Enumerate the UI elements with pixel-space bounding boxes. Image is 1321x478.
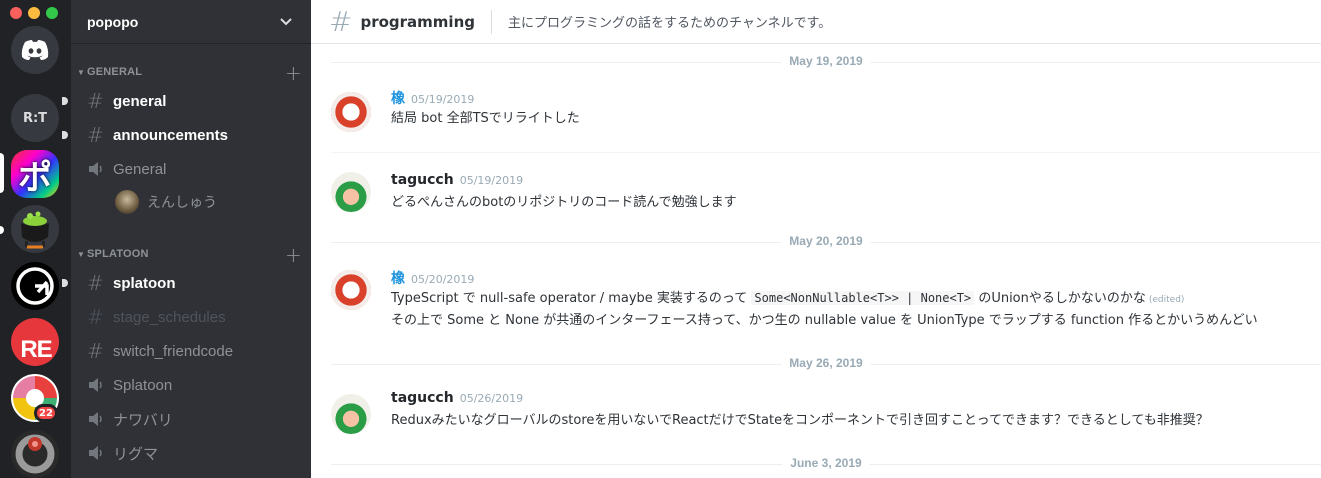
message-text: どるぺんさんのbotのリポジトリのコード読んで勉強します — [391, 195, 737, 210]
cauldron-icon — [21, 211, 49, 249]
category-splatoon[interactable]: ▼ SPLATOON + — [77, 243, 302, 267]
caret-down-icon: ▼ — [77, 249, 86, 259]
avatar[interactable] — [331, 394, 371, 434]
channel-switch-friendcode-label: switch_friendcode — [113, 342, 234, 360]
message-text: TypeScript で null-safe operator / maybe … — [391, 288, 1321, 310]
hash-icon: # — [87, 89, 104, 113]
caret-down-icon: ▼ — [77, 67, 86, 77]
server-re-label: RE — [20, 336, 52, 363]
voice-channel-rigma[interactable]: リグマ — [79, 438, 303, 468]
speaker-icon — [87, 411, 109, 427]
inline-code: Some<NonNullable<T>> | None<T> — [751, 291, 975, 305]
message-timestamp: 05/20/2019 — [411, 273, 475, 286]
maximize-window-button[interactable] — [46, 7, 58, 19]
voice-channel-general-label: General — [113, 160, 167, 178]
date-divider: May 20, 2019 — [331, 234, 1321, 248]
date-divider-label: June 3, 2019 — [782, 456, 870, 470]
server-ring[interactable] — [11, 430, 59, 478]
channel-splatoon[interactable]: # splatoon — [79, 268, 303, 298]
server-re[interactable]: RE — [11, 318, 59, 366]
close-window-button[interactable] — [10, 7, 22, 19]
date-divider-label: May 26, 2019 — [781, 356, 871, 370]
channel-splatoon-label: splatoon — [113, 274, 176, 292]
message-author[interactable]: 橡 — [391, 88, 405, 108]
minimize-window-button[interactable] — [28, 7, 40, 19]
channel-stage-schedules[interactable]: # stage_schedules — [79, 302, 303, 332]
server-cauldron[interactable] — [11, 205, 59, 253]
chevron-down-icon[interactable] — [279, 14, 293, 28]
server-popopo-glyph: ポ — [18, 157, 52, 198]
message-author[interactable]: 橡 — [391, 268, 405, 288]
category-general[interactable]: ▼ GENERAL + — [77, 61, 302, 85]
server-rt-label: R:T — [22, 110, 48, 126]
speaker-icon — [87, 161, 109, 177]
message-text: その上で Some と None が共通のインターフェース持って、かつ生の nu… — [391, 313, 1258, 328]
channel-sidebar: popopo ▼ GENERAL + # general # announcem… — [62, 0, 311, 478]
channel-stage-schedules-label: stage_schedules — [113, 308, 226, 326]
discord-logo-icon — [21, 40, 49, 60]
message-text-part: のUnionやるしかないのかな — [978, 291, 1146, 306]
avatar[interactable] — [331, 92, 371, 132]
hash-icon: # — [87, 305, 104, 329]
date-divider-label: May 20, 2019 — [781, 234, 871, 248]
guild-name: popopo — [87, 13, 139, 30]
category-splatoon-label: SPLATOON — [87, 248, 149, 260]
channel-topic: 主にプログラミングの話をするためのチャンネルです。 — [507, 16, 832, 31]
voice-channel-splatoon[interactable]: Splatoon — [79, 370, 303, 400]
channel-general[interactable]: # general — [79, 86, 303, 116]
hash-icon: # — [87, 123, 104, 147]
header-divider — [490, 9, 492, 34]
speaker-icon — [87, 377, 109, 393]
date-divider: May 19, 2019 — [331, 54, 1321, 68]
message-group-divider — [331, 152, 1321, 153]
voice-channel-general[interactable]: General — [79, 154, 303, 184]
hash-icon: # — [87, 271, 104, 295]
hash-icon: # — [329, 5, 353, 38]
speaker-icon — [87, 445, 109, 461]
channel-switch-friendcode[interactable]: # switch_friendcode — [79, 336, 303, 366]
voice-channel-nawabari-label: ナワバリ — [113, 411, 173, 429]
message-author[interactable]: tagucch — [391, 172, 454, 188]
server-g[interactable] — [11, 262, 59, 310]
voice-user-avatar — [115, 190, 139, 214]
mention-badge: 22 — [34, 404, 58, 422]
home-button[interactable] — [11, 26, 59, 74]
channel-announcements-label: announcements — [113, 126, 229, 144]
guild-header[interactable]: popopo — [71, 0, 311, 44]
unread-server-indicator — [0, 226, 4, 234]
date-divider: June 3, 2019 — [331, 456, 1321, 470]
server-popopo[interactable]: ポ — [11, 150, 59, 198]
server-rt[interactable]: R:T — [11, 94, 59, 142]
message-timestamp: 05/19/2019 — [411, 93, 475, 106]
selected-server-indicator — [0, 153, 4, 193]
g-logo-icon — [16, 267, 54, 305]
chat-area: # programming 主にプログラミングの話をするためのチャンネルです。 … — [311, 0, 1321, 478]
edited-label: (edited) — [1148, 295, 1185, 305]
channel-name: programming — [360, 12, 475, 31]
voice-channel-splatoon-label: Splatoon — [113, 376, 173, 394]
voice-user[interactable]: えんしゅう — [115, 190, 217, 214]
message-timestamp: 05/19/2019 — [459, 174, 524, 187]
date-divider: May 26, 2019 — [331, 356, 1321, 370]
add-channel-icon[interactable]: + — [285, 243, 302, 267]
message-text-part: TypeScript で null-safe operator / maybe … — [391, 291, 748, 306]
date-divider-label: May 19, 2019 — [781, 54, 871, 68]
server-rail: R:T ポ RE 22 — [0, 0, 71, 478]
voice-channel-nawabari[interactable]: ナワバリ — [79, 404, 303, 434]
voice-channel-rigma-label: リグマ — [113, 445, 159, 463]
ring-icon — [15, 434, 55, 474]
hash-icon: # — [87, 339, 104, 363]
add-channel-icon[interactable]: + — [285, 61, 302, 85]
avatar[interactable] — [331, 172, 371, 212]
channel-general-label: general — [113, 92, 167, 110]
category-general-label: GENERAL — [87, 66, 143, 78]
chat-header: # programming 主にプログラミングの話をするためのチャンネルです。 — [311, 0, 1321, 44]
avatar[interactable] — [331, 270, 371, 310]
message-author[interactable]: tagucch — [391, 390, 454, 406]
channel-announcements[interactable]: # announcements — [79, 120, 303, 150]
voice-user-name: えんしゅう — [147, 195, 217, 211]
message-text: 結局 bot 全部TSでリライトした — [391, 111, 580, 126]
message-timestamp: 05/26/2019 — [459, 392, 524, 405]
message-text: Reduxみたいなグローバルのstoreを用いないでReactだけでStateを… — [391, 413, 1209, 428]
